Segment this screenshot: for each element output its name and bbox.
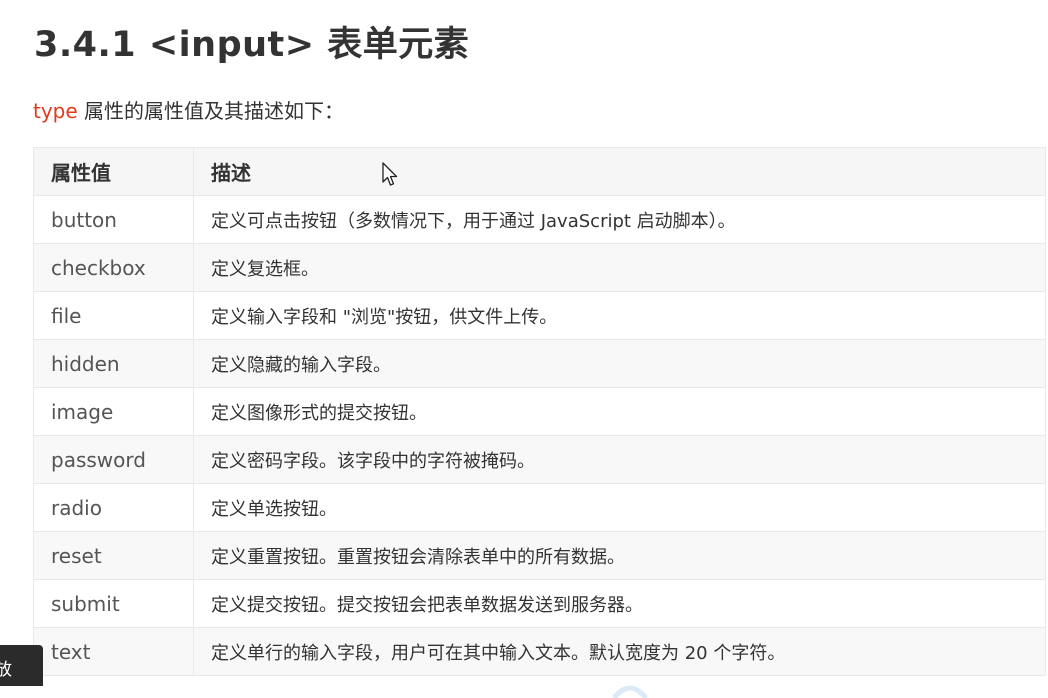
cell-description: 定义输入字段和 "浏览"按钮，供文件上传。 bbox=[193, 291, 1046, 340]
cell-description: 定义密码字段。该字段中的字符被掩码。 bbox=[193, 435, 1046, 484]
table-row: reset 定义重置按钮。重置按钮会清除表单中的所有数据。 bbox=[33, 531, 1046, 580]
mouse-cursor-icon bbox=[382, 162, 398, 186]
table-row: file 定义输入字段和 "浏览"按钮，供文件上传。 bbox=[33, 291, 1046, 340]
watermark-logo-icon bbox=[612, 685, 648, 698]
intro-description: 属性的属性值及其描述如下： bbox=[77, 99, 345, 123]
table-row: image 定义图像形式的提交按钮。 bbox=[33, 387, 1046, 436]
cell-description: 定义可点击按钮（多数情况下，用于通过 JavaScript 启动脚本）。 bbox=[193, 195, 1046, 244]
header-description: 描述 bbox=[193, 147, 1046, 196]
bottom-overlay-tab[interactable]: 放 bbox=[0, 645, 43, 686]
table-header-row: 属性值 描述 bbox=[33, 147, 1046, 196]
cell-value: file bbox=[33, 291, 194, 340]
cell-value: button bbox=[33, 195, 194, 244]
cell-value: reset bbox=[33, 531, 194, 580]
table-row: submit 定义提交按钮。提交按钮会把表单数据发送到服务器。 bbox=[33, 579, 1046, 628]
cell-description: 定义隐藏的输入字段。 bbox=[193, 339, 1046, 388]
table-row: password 定义密码字段。该字段中的字符被掩码。 bbox=[33, 435, 1046, 484]
table-row: checkbox 定义复选框。 bbox=[33, 243, 1046, 292]
cell-description: 定义单行的输入字段，用户可在其中输入文本。默认宽度为 20 个字符。 bbox=[193, 627, 1046, 676]
header-attribute-value: 属性值 bbox=[33, 147, 194, 196]
cell-value: hidden bbox=[33, 339, 194, 388]
cell-value: checkbox bbox=[33, 243, 194, 292]
cell-value: submit bbox=[33, 579, 194, 628]
type-keyword: type bbox=[33, 99, 78, 123]
cell-value: radio bbox=[33, 483, 194, 532]
cell-description: 定义复选框。 bbox=[193, 243, 1046, 292]
section-heading: 3.4.1 <input> 表单元素 bbox=[34, 25, 470, 65]
cell-description: 定义单选按钮。 bbox=[193, 483, 1046, 532]
cell-description: 定义重置按钮。重置按钮会清除表单中的所有数据。 bbox=[193, 531, 1046, 580]
table-row: button 定义可点击按钮（多数情况下，用于通过 JavaScript 启动脚… bbox=[33, 195, 1046, 244]
input-type-table: 属性值 描述 button 定义可点击按钮（多数情况下，用于通过 JavaScr… bbox=[33, 147, 1046, 676]
cell-description: 定义图像形式的提交按钮。 bbox=[193, 387, 1046, 436]
table-row: hidden 定义隐藏的输入字段。 bbox=[33, 339, 1046, 388]
cell-value: password bbox=[33, 435, 194, 484]
table-row: text 定义单行的输入字段，用户可在其中输入文本。默认宽度为 20 个字符。 bbox=[33, 627, 1046, 676]
cell-value: image bbox=[33, 387, 194, 436]
table-row: radio 定义单选按钮。 bbox=[33, 483, 1046, 532]
cell-value: text bbox=[33, 627, 194, 676]
intro-text: type 属性的属性值及其描述如下： bbox=[33, 95, 344, 124]
cell-description: 定义提交按钮。提交按钮会把表单数据发送到服务器。 bbox=[193, 579, 1046, 628]
bottom-tab-label: 放 bbox=[0, 660, 12, 680]
